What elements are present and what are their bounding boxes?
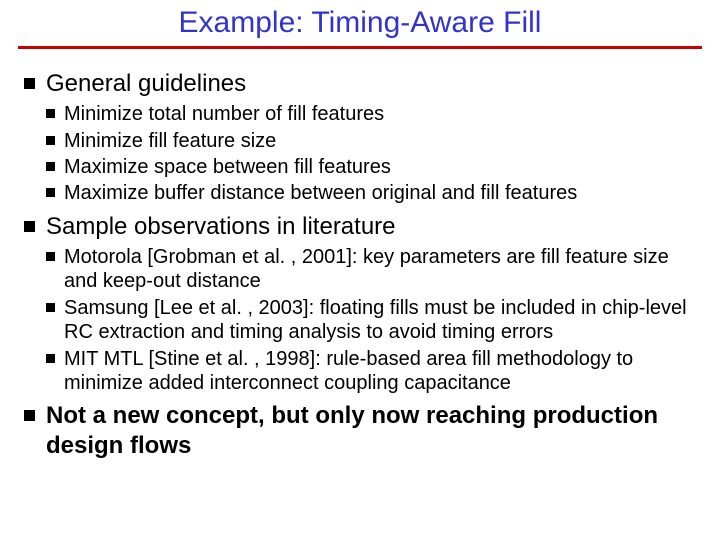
heading-text: General guidelines	[46, 70, 246, 97]
list-item: MIT MTL [Stine et al. , 1998]: rule-base…	[46, 347, 696, 396]
heading-text: Sample observations in literature	[46, 213, 396, 240]
sub-list: Motorola [Grobman et al. , 2001]: key pa…	[46, 245, 696, 395]
list-item: Maximize buffer distance between origina…	[46, 181, 696, 205]
title-area: Example: Timing-Aware Fill	[0, 0, 720, 44]
list-item: Samsung [Lee et al. , 2003]: floating fi…	[46, 296, 696, 345]
list-item: Minimize fill feature size	[46, 129, 696, 153]
slide-body: General guidelines Minimize total number…	[0, 49, 720, 460]
slide: Example: Timing-Aware Fill General guide…	[0, 0, 720, 540]
list-item: Minimize total number of fill features	[46, 102, 696, 126]
list-item: Motorola [Grobman et al. , 2001]: key pa…	[46, 245, 696, 294]
section-heading: General guidelines Minimize total number…	[24, 69, 696, 206]
heading-text: Not a new concept, but only now reaching…	[46, 402, 658, 458]
list-item: Maximize space between fill features	[46, 155, 696, 179]
section-heading: Sample observations in literature Motoro…	[24, 212, 696, 396]
slide-title: Example: Timing-Aware Fill	[0, 6, 720, 44]
section-heading: Not a new concept, but only now reaching…	[24, 401, 696, 460]
bullet-list: General guidelines Minimize total number…	[24, 69, 696, 460]
sub-list: Minimize total number of fill features M…	[46, 102, 696, 206]
